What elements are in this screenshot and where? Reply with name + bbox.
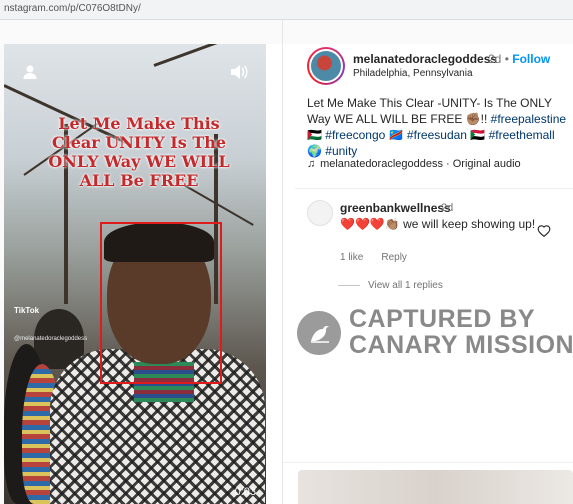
captured-by-watermark: CAPTURED BY CANARY MISSION <box>349 306 573 358</box>
reel-video[interactable]: Let Me Make This Clear UNITY Is The ONLY… <box>4 44 266 504</box>
meta-separator: • <box>504 52 509 66</box>
post-location[interactable]: Philadelphia, Pennsylvania <box>353 68 473 79</box>
post-age: 2d <box>488 52 502 66</box>
follow-button[interactable]: Follow <box>512 52 550 66</box>
tiktok-watermark: TikTok <box>14 306 40 315</box>
divider <box>283 462 573 463</box>
view-replies[interactable]: View all 1 replies <box>338 280 443 291</box>
video-overlay-text: Let Me Make This Clear UNITY Is The ONLY… <box>48 114 230 190</box>
divider <box>295 188 573 189</box>
tiktok-watermark-user: @melanatedoraclegoddess <box>14 336 88 342</box>
comment-reply-button[interactable]: Reply <box>381 252 407 263</box>
video-timestamp: 0:03 <box>234 486 256 498</box>
post-caption: Let Me Make This Clear -UNITY- Is The ON… <box>307 95 567 159</box>
sound-on-icon[interactable] <box>230 64 248 80</box>
pane-gap <box>266 44 282 504</box>
comment-username[interactable]: greenbankwellness <box>340 201 451 215</box>
user-tag-icon[interactable] <box>22 64 38 80</box>
highlight-box <box>100 222 222 384</box>
avatar-image <box>309 49 343 83</box>
audio-attribution[interactable]: ♫ melanatedoraclegoddess · Original audi… <box>307 158 521 170</box>
comment-like-count[interactable]: 1 like <box>340 252 363 263</box>
comment-age: 2d <box>441 202 454 214</box>
pane-divider <box>282 20 283 504</box>
heart-icon[interactable] <box>537 224 551 237</box>
canary-bird-icon <box>297 311 341 355</box>
header-gap <box>0 20 573 44</box>
commenter-avatar[interactable] <box>307 200 333 226</box>
audio-label[interactable]: melanatedoraclegoddess · Original audio <box>320 158 521 170</box>
url-text[interactable]: nstagram.com/p/C076O8tDNy/ <box>4 3 141 14</box>
watermark-line-2: CANARY MISSION <box>349 331 573 359</box>
view-replies-label[interactable]: View all 1 replies <box>368 280 443 291</box>
comment-text: ❤️❤️❤️👏🏽 we will keep showing up! <box>340 217 536 231</box>
post-meta: 2d • Follow <box>488 52 550 66</box>
comment-actions: 1 like Reply <box>340 252 407 263</box>
browser-address-bar[interactable]: nstagram.com/p/C076O8tDNy/ <box>0 0 573 20</box>
replies-line <box>338 284 360 286</box>
watermark-line-1: CAPTURED BY <box>349 305 536 333</box>
author-username[interactable]: melanatedoraclegoddess <box>353 52 497 66</box>
author-avatar[interactable] <box>307 47 345 85</box>
music-note-icon: ♫ <box>307 158 316 170</box>
next-post-thumbnail[interactable] <box>298 470 573 504</box>
